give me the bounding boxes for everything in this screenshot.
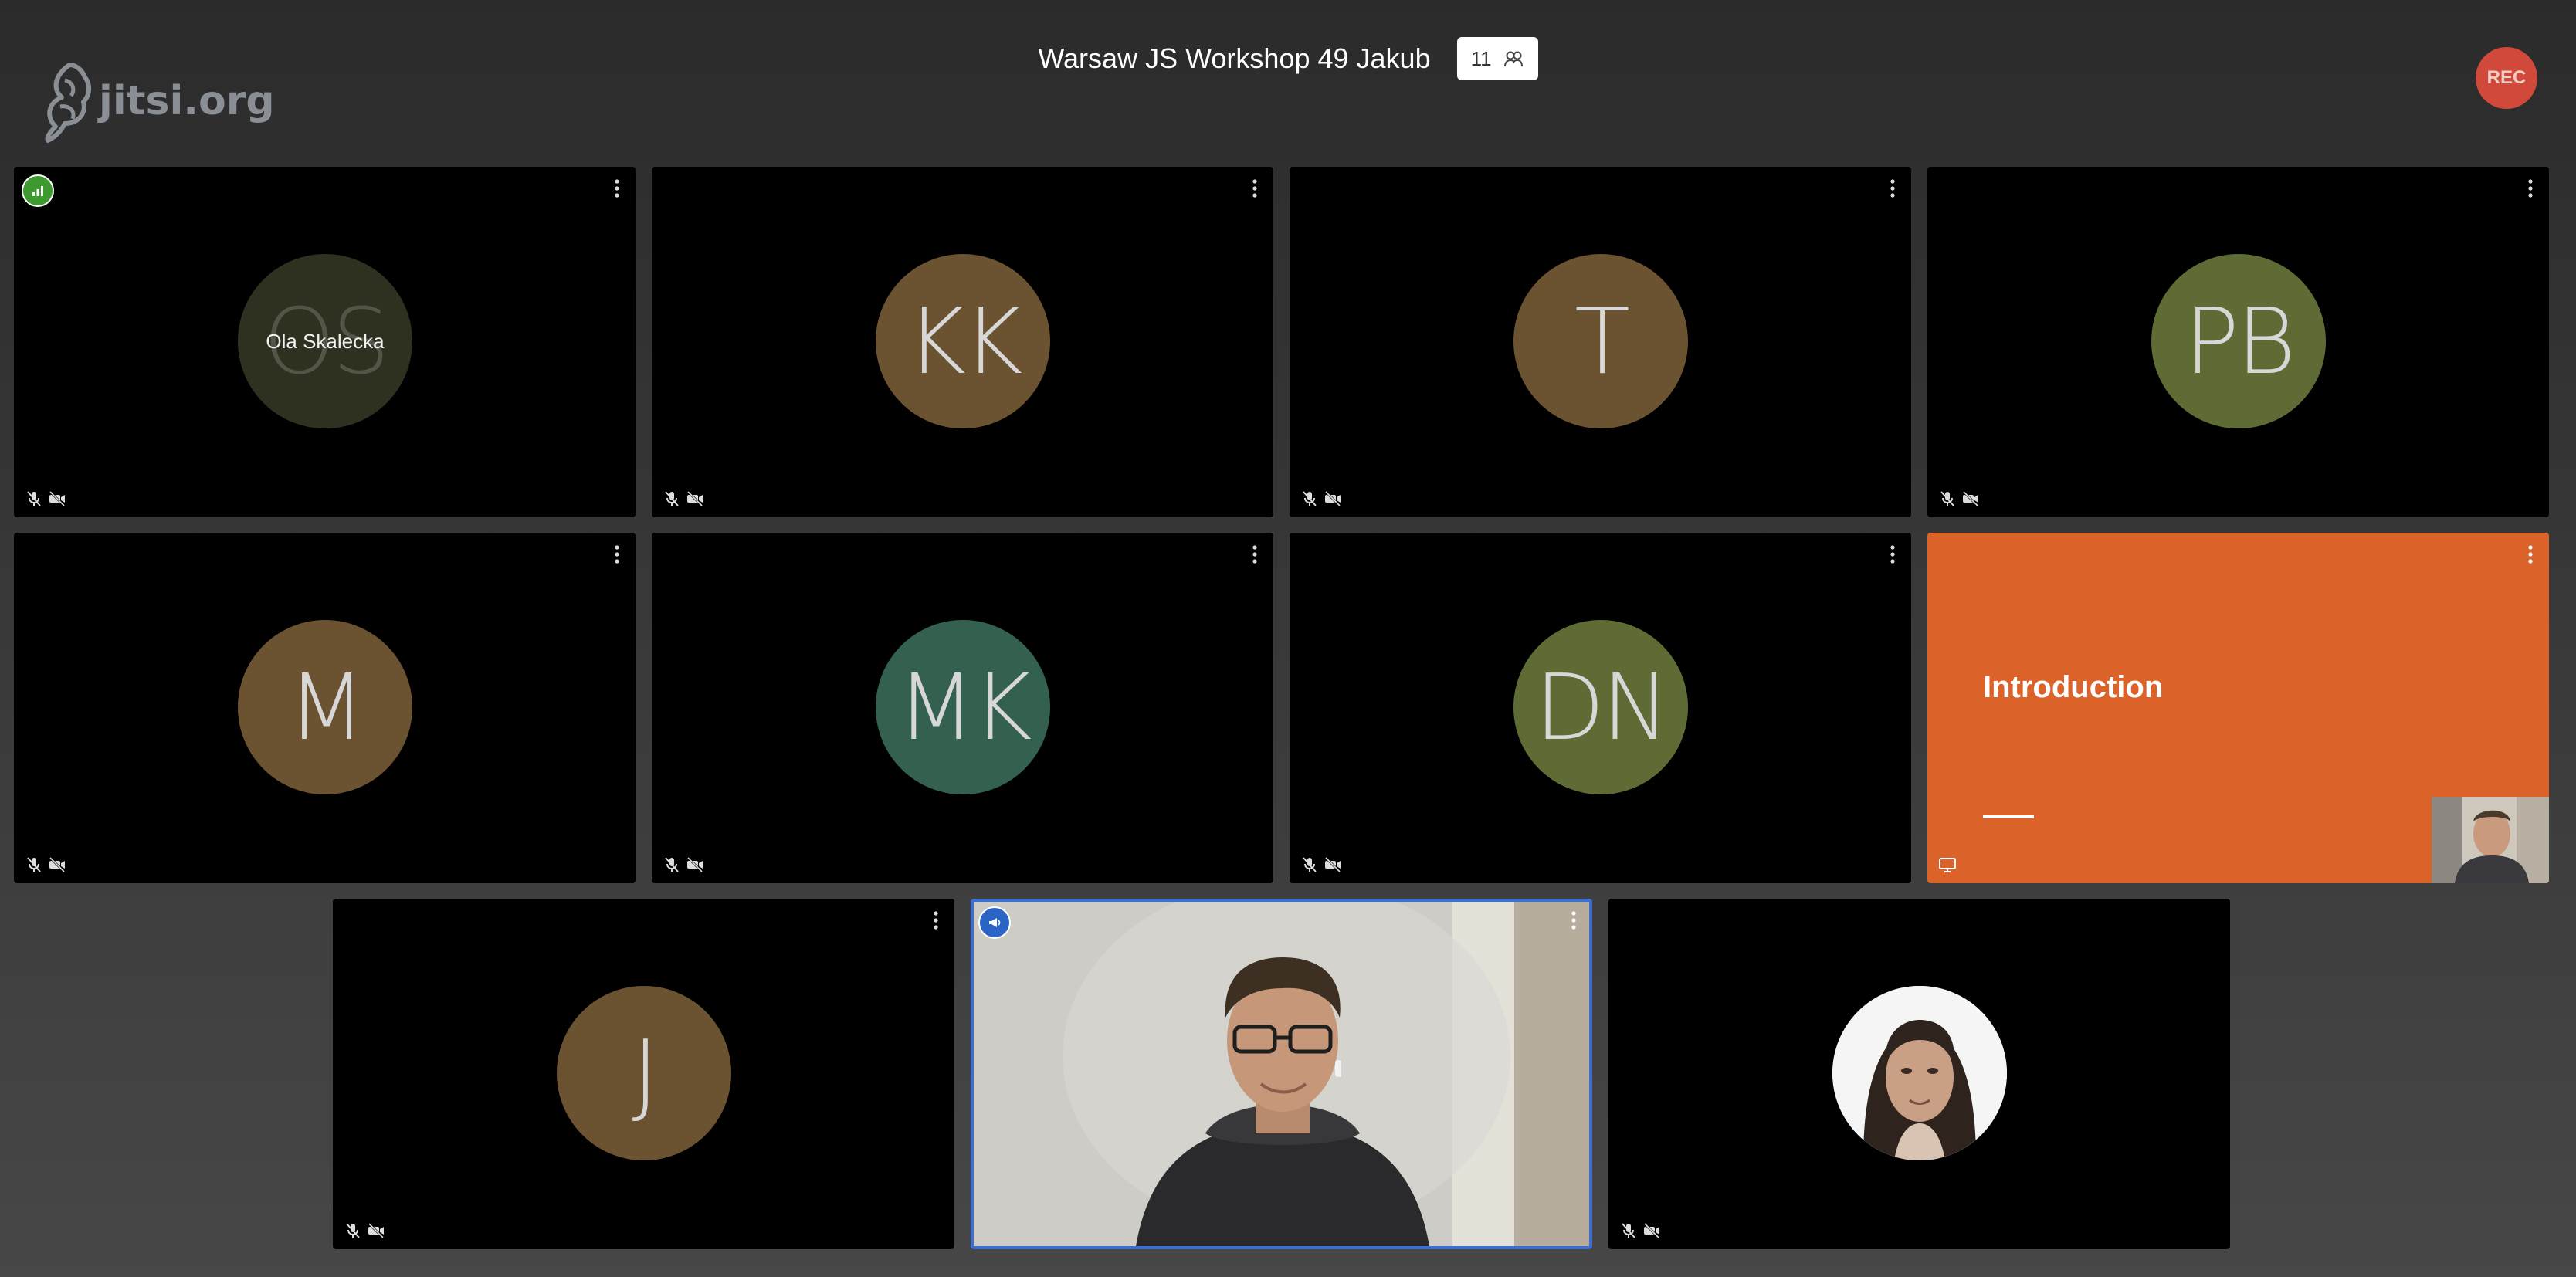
meeting-title: Warsaw JS Workshop 49 Jakub: [1038, 42, 1431, 74]
avatar-photo: [1832, 986, 2007, 1160]
camera-off-icon: [1324, 490, 1341, 507]
screen-share-icon: [1939, 858, 1956, 872]
logo-text: jitsi.org: [99, 78, 275, 124]
media-status: [1938, 855, 1957, 874]
active-speaker-tile[interactable]: [971, 899, 1592, 1249]
avatar: PB: [2151, 254, 2326, 428]
media-status: [25, 855, 66, 874]
camera-off-icon: [368, 1222, 385, 1239]
media-status: [1300, 489, 1342, 508]
more-options-icon[interactable]: [609, 178, 625, 199]
avatar-initials: M: [287, 654, 366, 760]
mic-muted-icon: [665, 491, 679, 506]
media-status: [1619, 1221, 1661, 1240]
mic-muted-icon: [1940, 491, 1954, 506]
media-status: [25, 489, 66, 508]
avatar-initials: T: [1574, 288, 1630, 395]
more-options-icon[interactable]: [609, 544, 625, 565]
avatar: MK: [876, 620, 1050, 794]
mic-muted-icon: [665, 857, 679, 872]
participant-count: 11: [1470, 46, 1492, 70]
meeting-header: Warsaw JS Workshop 49 Jakub 11: [0, 37, 2576, 80]
camera-off-icon: [1324, 856, 1341, 873]
signal-bars-icon: [32, 186, 43, 196]
participants-icon: [1503, 51, 1523, 67]
media-status: [663, 855, 704, 874]
media-status: [663, 489, 704, 508]
avatar-initials: MK: [897, 654, 1032, 760]
speaker-video-image: [974, 902, 1589, 1246]
dominant-speaker-indicator: [978, 906, 1011, 939]
presenter-video-image: [2432, 797, 2549, 883]
participants-count-button[interactable]: 11: [1456, 37, 1538, 80]
participant-tile[interactable]: MK: [652, 533, 1273, 883]
camera-off-icon: [686, 490, 703, 507]
participant-tile[interactable]: OS Ola Skalecka: [14, 167, 636, 517]
camera-off-icon: [1643, 1222, 1660, 1239]
mic-muted-icon: [346, 1223, 360, 1238]
participant-tile[interactable]: [1608, 899, 2230, 1249]
more-options-icon[interactable]: [1885, 178, 1900, 199]
avatar: KK: [876, 254, 1050, 428]
slide-divider: [1983, 815, 2034, 818]
participant-tile[interactable]: J: [333, 899, 954, 1249]
media-status: [344, 1221, 385, 1240]
more-options-icon[interactable]: [928, 909, 944, 931]
media-status: [1300, 855, 1342, 874]
avatar-initials: DN: [1534, 654, 1669, 760]
participant-tile[interactable]: T: [1290, 167, 1911, 517]
media-status: [1938, 489, 1980, 508]
mic-muted-icon: [1303, 491, 1317, 506]
slide-title: Introduction: [1983, 670, 2164, 704]
avatar: OS Ola Skalecka: [238, 254, 412, 428]
more-options-icon[interactable]: [1247, 178, 1263, 199]
more-options-icon[interactable]: [2523, 178, 2538, 199]
camera-off-icon: [686, 856, 703, 873]
more-options-icon[interactable]: [1247, 544, 1263, 565]
avatar: [1832, 986, 2007, 1160]
mic-muted-icon: [27, 491, 41, 506]
mic-muted-icon: [27, 857, 41, 872]
more-options-icon[interactable]: [2523, 544, 2538, 565]
participant-name: Ola Skalecka: [266, 329, 385, 353]
presenter-camera-thumbnail: [2432, 797, 2549, 883]
camera-off-icon: [1962, 490, 1979, 507]
avatar-initials: J: [632, 1020, 659, 1126]
avatar: M: [238, 620, 412, 794]
recording-indicator: REC: [2476, 47, 2537, 109]
screen-share-tile[interactable]: Introduction: [1927, 533, 2549, 883]
mic-muted-icon: [1303, 857, 1317, 872]
avatar-initials: PB: [2184, 288, 2296, 395]
participant-tile[interactable]: DN: [1290, 533, 1911, 883]
participant-tile[interactable]: PB: [1927, 167, 2549, 517]
avatar: DN: [1513, 620, 1688, 794]
more-options-icon[interactable]: [1885, 544, 1900, 565]
avatar-initials: KK: [906, 288, 1023, 395]
participant-video: [974, 902, 1589, 1246]
camera-off-icon: [49, 856, 66, 873]
megaphone-icon: [989, 918, 1001, 927]
more-options-icon[interactable]: [1566, 909, 1581, 931]
avatar: T: [1513, 254, 1688, 428]
participant-tile[interactable]: M: [14, 533, 636, 883]
camera-off-icon: [49, 490, 66, 507]
participant-tile[interactable]: KK: [652, 167, 1273, 517]
avatar: J: [557, 986, 731, 1160]
connection-indicator[interactable]: [22, 174, 54, 207]
mic-muted-icon: [1622, 1223, 1635, 1238]
